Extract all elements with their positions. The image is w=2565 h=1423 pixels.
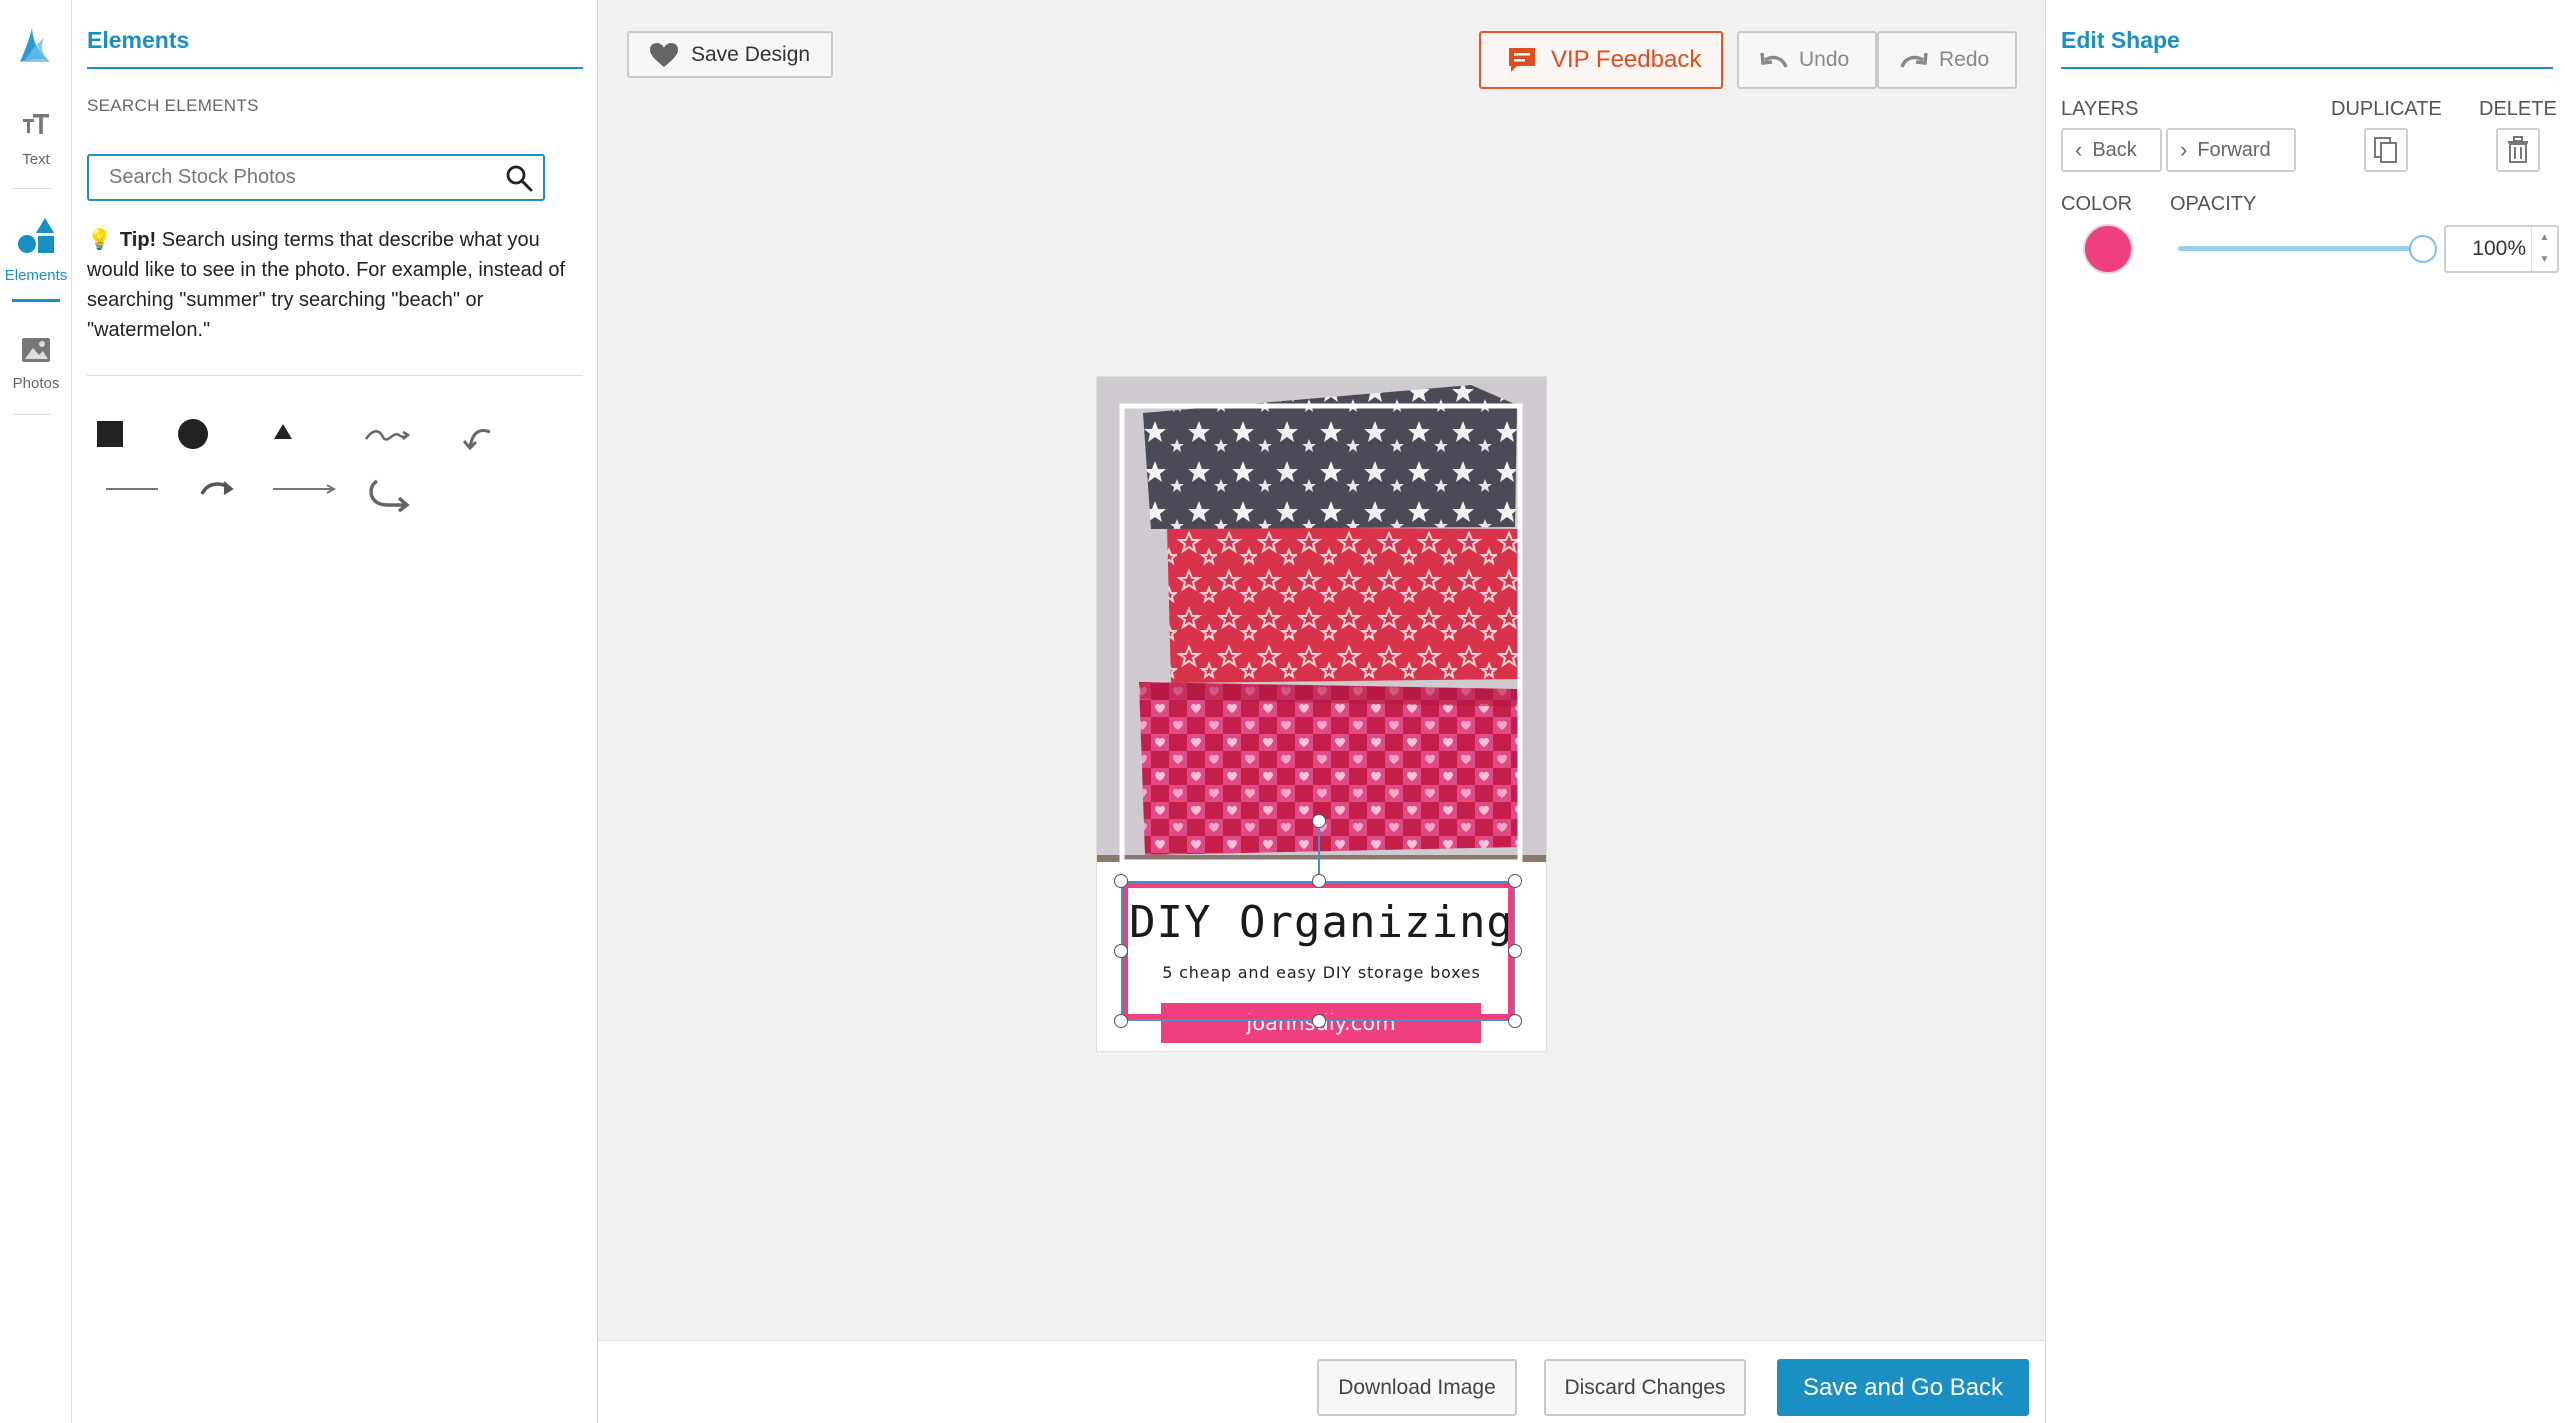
square-shape-icon[interactable] xyxy=(95,419,125,449)
text-size-icon xyxy=(23,114,49,134)
redo-icon xyxy=(1900,52,1928,68)
heart-icon xyxy=(650,42,678,67)
resize-handle-top[interactable] xyxy=(1312,874,1326,888)
shapes-icon xyxy=(18,218,54,253)
nav-item-label: Text xyxy=(22,151,50,168)
resize-handle-top-left[interactable] xyxy=(1114,874,1128,888)
design-editor-app: Text Elements Photos Elements SEARCH ELE… xyxy=(0,0,2565,1423)
opacity-stepper: ▲ ▼ xyxy=(2531,227,2557,271)
nav-item-text[interactable]: Text xyxy=(0,110,72,168)
layer-forward-button[interactable]: › Forward xyxy=(2166,128,2296,172)
layers-label: LAYERS xyxy=(2061,98,2139,120)
nav-item-elements[interactable]: Elements xyxy=(0,216,72,302)
undo-label: Undo xyxy=(1799,48,1850,71)
chevron-right-icon: › xyxy=(2180,137,2188,162)
nav-item-label: Photos xyxy=(12,375,60,392)
duplicate-label: DUPLICATE xyxy=(2331,98,2442,120)
curved-arrow-icon[interactable] xyxy=(198,476,238,500)
trash-icon xyxy=(2508,136,2528,163)
title-underline xyxy=(2061,67,2553,69)
opacity-slider-thumb[interactable] xyxy=(2409,235,2437,263)
nav-rail: Text Elements Photos xyxy=(0,0,72,1423)
nav-divider xyxy=(12,188,52,189)
circle-shape-icon[interactable] xyxy=(176,417,210,451)
undo-icon xyxy=(1760,52,1788,68)
chat-bubble-icon xyxy=(1509,48,1535,72)
save-design-label: Save Design xyxy=(691,42,811,66)
discard-changes-button[interactable]: Discard Changes xyxy=(1544,1359,1746,1416)
resize-handle-bottom[interactable] xyxy=(1312,1014,1326,1028)
undo-button[interactable]: Undo xyxy=(1737,31,1877,89)
back-label: Back xyxy=(2092,138,2137,161)
color-swatch[interactable] xyxy=(2083,224,2133,274)
opacity-slider-track[interactable] xyxy=(2178,246,2426,251)
save-design-button[interactable]: Save Design xyxy=(627,31,833,78)
forward-label: Forward xyxy=(2197,138,2271,161)
nav-item-label: Elements xyxy=(4,267,68,284)
opacity-input[interactable] xyxy=(2454,227,2526,271)
opacity-field: ▲ ▼ xyxy=(2444,225,2559,273)
triangle-shape-icon[interactable] xyxy=(272,422,294,442)
u-turn-arrow-icon[interactable] xyxy=(365,477,411,513)
layer-back-button[interactable]: ‹ Back xyxy=(2061,128,2162,172)
resize-handle-right[interactable] xyxy=(1508,944,1522,958)
search-box xyxy=(87,154,545,201)
squiggle-arrow-icon[interactable] xyxy=(363,425,411,449)
chevron-left-icon: ‹ xyxy=(2075,137,2083,162)
tip-text: Search using terms that describe what yo… xyxy=(87,229,566,341)
search-icon[interactable] xyxy=(505,164,533,192)
tip-label: Tip! xyxy=(119,229,157,251)
storage-boxes-photo[interactable] xyxy=(1097,377,1546,862)
vip-feedback-label: VIP Feedback xyxy=(1551,46,1702,73)
nav-item-photos[interactable]: Photos xyxy=(0,336,72,392)
canvas-area: Save Design VIP Feedback Undo Redo DIY O… xyxy=(598,0,2045,1340)
section-label: SEARCH ELEMENTS xyxy=(87,96,259,115)
redo-button[interactable]: Redo xyxy=(1877,31,2017,89)
redo-label: Redo xyxy=(1939,48,1990,71)
line-shape-icon[interactable] xyxy=(104,484,160,494)
delete-label: DELETE xyxy=(2479,98,2557,120)
selection-box xyxy=(1121,881,1515,1021)
panel-title: Elements xyxy=(87,27,190,53)
curved-back-arrow-icon[interactable] xyxy=(460,422,496,452)
action-bar: Download Image Discard Changes Save and … xyxy=(598,1340,2045,1423)
download-image-button[interactable]: Download Image xyxy=(1317,1359,1517,1416)
elements-panel: Elements SEARCH ELEMENTS 💡 Tip! Search us… xyxy=(72,0,598,1423)
rotation-guide xyxy=(1318,821,1320,881)
duplicate-button[interactable] xyxy=(2364,128,2408,172)
image-icon xyxy=(22,338,50,362)
design-artboard[interactable]: DIY Organizing 5 cheap and easy DIY stor… xyxy=(1096,376,1547,1052)
stepper-up-icon[interactable]: ▲ xyxy=(2532,227,2557,249)
panel-divider xyxy=(87,375,583,376)
panel-title: Edit Shape xyxy=(2061,27,2180,53)
rotate-handle[interactable] xyxy=(1312,814,1326,828)
resize-handle-left[interactable] xyxy=(1114,944,1128,958)
resize-handle-bottom-right[interactable] xyxy=(1508,1014,1522,1028)
delete-button[interactable] xyxy=(2496,128,2540,172)
resize-handle-top-right[interactable] xyxy=(1508,874,1522,888)
opacity-label: OPACITY xyxy=(2170,193,2257,215)
stepper-down-icon[interactable]: ▼ xyxy=(2532,249,2557,271)
search-input[interactable] xyxy=(109,156,489,199)
color-label: COLOR xyxy=(2061,193,2133,215)
search-tip: 💡 Tip! Search using terms that describe w… xyxy=(87,225,587,345)
edit-shape-panel: Edit Shape LAYERS DUPLICATE DELETE ‹ Bac… xyxy=(2045,0,2565,1423)
nav-divider xyxy=(12,414,52,415)
vip-feedback-button[interactable]: VIP Feedback xyxy=(1479,31,1723,89)
title-underline xyxy=(87,67,583,69)
app-logo-icon[interactable] xyxy=(14,22,54,66)
copy-icon xyxy=(2374,137,2397,163)
arrow-line-icon[interactable] xyxy=(271,483,337,495)
resize-handle-bottom-left[interactable] xyxy=(1114,1014,1128,1028)
save-and-go-back-button[interactable]: Save and Go Back xyxy=(1777,1359,2029,1416)
lightbulb-icon: 💡 xyxy=(87,229,112,251)
